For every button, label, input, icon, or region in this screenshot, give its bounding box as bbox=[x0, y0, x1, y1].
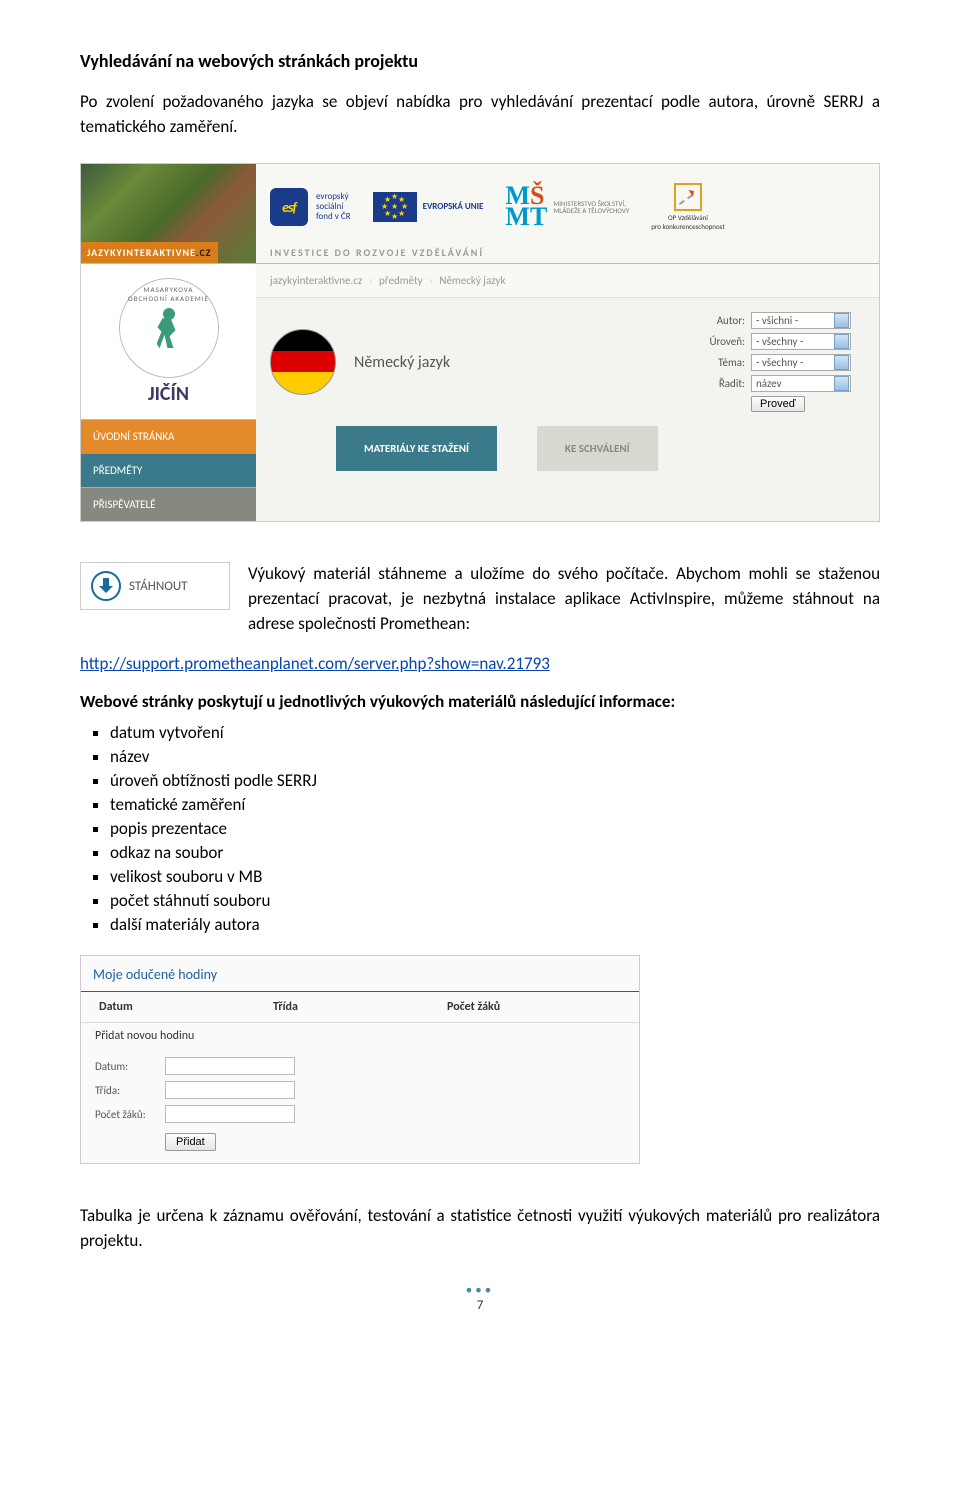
section-heading: Vyhledávání na webových stránkách projek… bbox=[80, 50, 880, 72]
crumb-sep-1: › bbox=[369, 274, 373, 287]
german-flag-icon bbox=[270, 329, 336, 395]
runner-icon bbox=[149, 300, 189, 355]
msmt-icon: MŠMT bbox=[505, 186, 547, 228]
list-item: popis prezentace bbox=[110, 818, 880, 839]
left-column: JIČÍN ÚVODNÍ STRÁNKA PŘEDMĚTY PŘISPĚVATE… bbox=[81, 264, 256, 521]
download-label: STÁHNOUT bbox=[129, 579, 188, 594]
opvk-block: OP Vzdělávání pro konkurenceschopnost bbox=[651, 183, 724, 231]
funding-banner: evropský sociální fond v ČR EVROPSKÁ UNI… bbox=[256, 164, 879, 263]
msmt-line-2: MLÁDEŽE A TĚLOVÝCHOVY bbox=[553, 207, 629, 215]
info-list: datum vytvoření název úroveň obtížnosti … bbox=[80, 722, 880, 935]
opvk-icon bbox=[674, 183, 702, 211]
add-lesson-form: Datum: Třída: Počet žáků: Přidat bbox=[81, 1047, 639, 1163]
site-logo-text: JAZYKYINTERAKTIVNE bbox=[87, 246, 196, 259]
crumb-sep-2: › bbox=[429, 274, 433, 287]
add-lesson-heading: Přidat novou hodinu bbox=[81, 1023, 639, 1047]
lessons-screenshot: Moje odučené hodiny Datum Třída Počet žá… bbox=[80, 955, 640, 1164]
list-item: další materiály autora bbox=[110, 914, 880, 935]
opvk-line-1: OP Vzdělávání bbox=[651, 213, 724, 222]
crumb-0[interactable]: jazykyinteraktivne.cz bbox=[270, 274, 362, 287]
field-trida-label: Třída: bbox=[95, 1084, 165, 1097]
eu-label: EVROPSKÁ UNIE bbox=[423, 202, 484, 212]
tabs-row: MATERIÁLY KE STAŽENÍ KE SCHVÁLENÍ bbox=[256, 426, 879, 471]
crumb-1[interactable]: předměty bbox=[379, 274, 423, 287]
filter-tema-value: - všechny - bbox=[756, 356, 803, 369]
field-datum-label: Datum: bbox=[95, 1060, 165, 1073]
nav-item-subjects[interactable]: PŘEDMĚTY bbox=[81, 453, 256, 487]
list-item: odkaz na soubor bbox=[110, 842, 880, 863]
download-arrow-icon bbox=[91, 571, 121, 601]
website-screenshot: JAZYKYINTERAKTIVNE.CZ evropský sociální … bbox=[80, 163, 880, 522]
list-item: velikost souboru v MB bbox=[110, 866, 880, 887]
left-nav: ÚVODNÍ STRÁNKA PŘEDMĚTY PŘISPĚVATELÉ bbox=[81, 419, 256, 521]
filter-radit-value: název bbox=[756, 377, 782, 390]
page-footer: ••• 7 bbox=[80, 1283, 880, 1313]
closing-paragraph: Tabulka je určena k záznamu ověřování, t… bbox=[80, 1204, 880, 1253]
filter-uroven-label: Úroveň: bbox=[709, 335, 745, 348]
download-badge[interactable]: STÁHNOUT bbox=[80, 562, 230, 610]
field-trida-input[interactable] bbox=[165, 1081, 295, 1099]
banner-row: JAZYKYINTERAKTIVNE.CZ evropský sociální … bbox=[81, 164, 879, 264]
esf-block: evropský sociální fond v ČR bbox=[270, 188, 351, 226]
list-item: název bbox=[110, 746, 880, 767]
filter-radit-label: Řadit: bbox=[709, 377, 745, 390]
filter-autor-label: Autor: bbox=[709, 314, 745, 327]
filter-radit-select[interactable]: název bbox=[751, 375, 851, 392]
field-pocet-label: Počet žáků: bbox=[95, 1108, 165, 1121]
list-item: úroveň obtížnosti podle SERRJ bbox=[110, 770, 880, 791]
intro-paragraph: Po zvolení požadovaného jazyka se objeví… bbox=[80, 90, 880, 139]
nav-item-home[interactable]: ÚVODNÍ STRÁNKA bbox=[81, 419, 256, 453]
filter-autor-value: - všichni - bbox=[756, 314, 798, 327]
promethean-link[interactable]: http://support.prometheanplanet.com/serv… bbox=[80, 653, 550, 674]
add-lesson-submit-button[interactable]: Přidat bbox=[165, 1133, 216, 1151]
list-item: tematické zaměření bbox=[110, 794, 880, 815]
download-block: STÁHNOUT Výukový materiál stáhneme a ulo… bbox=[80, 562, 880, 636]
lessons-table-headers: Datum Třída Počet žáků bbox=[81, 992, 639, 1023]
footer-dots-icon: ••• bbox=[80, 1283, 880, 1298]
lessons-title: Moje odučené hodiny bbox=[81, 956, 639, 992]
jicin-logo-block: JIČÍN bbox=[81, 264, 256, 419]
esf-text: evropský sociální fond v ČR bbox=[316, 192, 351, 222]
eu-block: EVROPSKÁ UNIE bbox=[373, 192, 484, 222]
col-pocet: Počet žáků bbox=[447, 1000, 621, 1014]
msmt-block: MŠMT MINISTERSTVO ŠKOLSTVÍ, MLÁDEŽE A TĚ… bbox=[505, 186, 629, 228]
filter-uroven-value: - všechny - bbox=[756, 335, 803, 348]
subject-name: Německý jazyk bbox=[354, 353, 691, 372]
field-pocet-input[interactable] bbox=[165, 1105, 295, 1123]
col-datum: Datum bbox=[99, 1000, 273, 1014]
tab-materials[interactable]: MATERIÁLY KE STAŽENÍ bbox=[336, 426, 497, 471]
funding-logos-row: evropský sociální fond v ČR EVROPSKÁ UNI… bbox=[270, 172, 865, 242]
page-number: 7 bbox=[80, 1298, 880, 1313]
opvk-label: OP Vzdělávání pro konkurenceschopnost bbox=[651, 213, 724, 231]
eu-flag-icon bbox=[373, 192, 417, 222]
download-paragraph: Výukový materiál stáhneme a uložíme do s… bbox=[248, 562, 880, 636]
col-trida: Třída bbox=[273, 1000, 447, 1014]
breadcrumb: jazykyinteraktivne.cz › předměty › Němec… bbox=[256, 264, 879, 298]
filter-uroven-select[interactable]: - všechny - bbox=[751, 333, 851, 350]
tab-approval[interactable]: KE SCHVÁLENÍ bbox=[537, 426, 658, 471]
filter-autor-select[interactable]: - všichni - bbox=[751, 312, 851, 329]
site-logo-label: JAZYKYINTERAKTIVNE.CZ bbox=[81, 242, 218, 263]
esf-line-3: fond v ČR bbox=[316, 212, 351, 222]
subject-row: Německý jazyk Autor: - všichni - Úroveň:… bbox=[256, 298, 879, 426]
list-item: počet stáhnutí souboru bbox=[110, 890, 880, 911]
jicin-name: JIČÍN bbox=[148, 382, 189, 406]
filter-tema-label: Téma: bbox=[709, 356, 745, 369]
filter-submit-button[interactable]: Proveď bbox=[751, 396, 805, 412]
list-intro: Webové stránky poskytují u jednotlivých … bbox=[80, 691, 880, 712]
esf-logo-icon bbox=[270, 188, 308, 226]
nav-item-contributors[interactable]: PŘISPĚVATELÉ bbox=[81, 487, 256, 521]
crumb-2: Německý jazyk bbox=[439, 274, 505, 287]
investice-tagline: INVESTICE DO ROZVOJE VZDĚLÁVÁNÍ bbox=[270, 246, 865, 259]
opvk-line-2: pro konkurenceschopnost bbox=[651, 222, 724, 231]
filters-panel: Autor: - všichni - Úroveň: - všechny - T… bbox=[709, 312, 865, 412]
list-item: datum vytvoření bbox=[110, 722, 880, 743]
aerial-photo: JAZYKYINTERAKTIVNE.CZ bbox=[81, 164, 256, 263]
filter-tema-select[interactable]: - všechny - bbox=[751, 354, 851, 371]
right-column: jazykyinteraktivne.cz › předměty › Němec… bbox=[256, 264, 879, 521]
field-datum-input[interactable] bbox=[165, 1057, 295, 1075]
jicin-ring-icon bbox=[119, 278, 219, 378]
site-logo-tld: .CZ bbox=[196, 246, 212, 259]
